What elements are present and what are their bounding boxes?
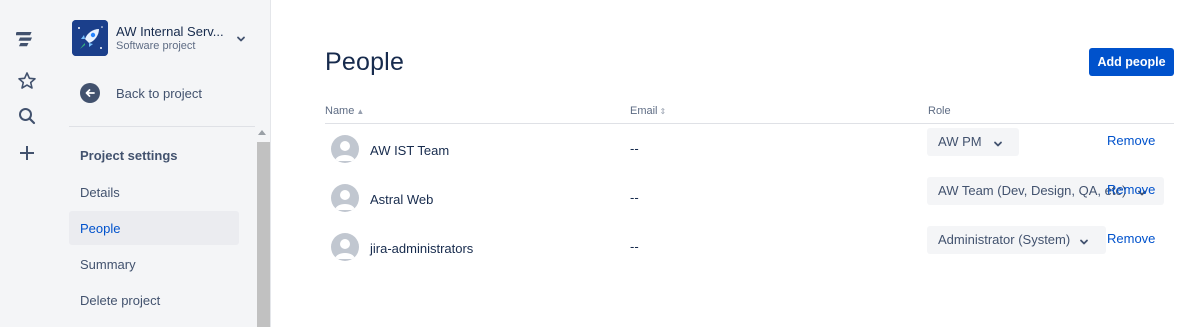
role-value: AW PM	[938, 134, 982, 149]
sidebar-item-details[interactable]: Details	[69, 175, 239, 209]
sidebar-scrollbar[interactable]	[256, 128, 270, 327]
star-icon[interactable]	[14, 68, 40, 94]
project-sidebar: AW Internal Serv... Software project Bac…	[55, 0, 271, 327]
table-row: Astral Web -- AW Team (Dev, Design, QA, …	[271, 177, 1195, 224]
role-select[interactable]: AW PM	[927, 128, 1019, 156]
sidebar-item-label: Summary	[80, 257, 136, 272]
chevron-down-icon	[993, 137, 1003, 152]
rocket-icon	[72, 20, 108, 56]
back-to-project-label: Back to project	[116, 86, 202, 101]
main-content: People Add people Name ▲ Email ⇕ Role AW I…	[271, 0, 1195, 327]
project-type: Software project	[116, 40, 196, 52]
user-avatar-icon	[331, 184, 359, 212]
sidebar-item-people[interactable]: People	[69, 211, 239, 245]
chevron-down-icon	[1079, 235, 1089, 250]
column-header-role: Role	[928, 105, 951, 117]
table-row: AW IST Team -- AW PM Remove	[271, 128, 1195, 175]
plus-icon[interactable]	[14, 140, 40, 166]
role-value: AW Team (Dev, Design, QA, etc)	[938, 183, 1127, 198]
project-switcher[interactable]: AW Internal Serv... Software project	[72, 20, 252, 60]
member-name: Astral Web	[370, 192, 434, 207]
divider	[69, 126, 255, 127]
table-header-divider	[325, 123, 1174, 124]
sidebar-item-label: People	[80, 221, 121, 236]
user-avatar-icon	[331, 135, 359, 163]
add-people-button[interactable]: Add people	[1089, 48, 1174, 76]
remove-link[interactable]: Remove	[1107, 182, 1155, 197]
column-header-email[interactable]: Email ⇕	[630, 105, 666, 117]
role-value: Administrator (System)	[938, 232, 1071, 247]
user-avatar-icon	[331, 233, 359, 261]
sort-ascending-icon: ▲	[356, 107, 365, 116]
role-select[interactable]: Administrator (System)	[927, 226, 1106, 254]
column-header-label: Name	[325, 105, 355, 117]
sidebar-item-delete-project[interactable]: Delete project	[69, 283, 239, 317]
column-header-name[interactable]: Name ▲	[325, 105, 364, 117]
section-title-project-settings: Project settings	[80, 148, 178, 163]
project-name: AW Internal Serv...	[116, 24, 224, 39]
remove-link[interactable]: Remove	[1107, 231, 1155, 246]
scrollbar-thumb[interactable]	[257, 142, 270, 327]
member-email: --	[630, 190, 639, 205]
sidebar-item-summary[interactable]: Summary	[69, 247, 239, 281]
arrow-left-icon	[80, 83, 100, 103]
search-icon[interactable]	[14, 103, 40, 129]
scroll-up-arrow-icon[interactable]	[258, 130, 266, 135]
sort-icon: ⇕	[659, 107, 667, 116]
member-name: jira-administrators	[370, 241, 474, 256]
table-row: jira-administrators -- Administrator (Sy…	[271, 226, 1195, 273]
sidebar-item-label: Details	[80, 185, 120, 200]
global-navigation	[0, 0, 56, 327]
remove-link[interactable]: Remove	[1107, 133, 1155, 148]
chevron-down-icon[interactable]	[235, 32, 247, 50]
column-header-label: Role	[928, 105, 951, 117]
project-avatar	[72, 20, 108, 56]
member-name: AW IST Team	[370, 143, 450, 158]
sidebar-item-label: Delete project	[80, 293, 161, 308]
page-title: People	[325, 48, 405, 76]
jira-logo-icon[interactable]	[14, 26, 40, 52]
member-email: --	[630, 141, 639, 156]
column-header-label: Email	[630, 105, 658, 117]
member-email: --	[630, 239, 639, 254]
